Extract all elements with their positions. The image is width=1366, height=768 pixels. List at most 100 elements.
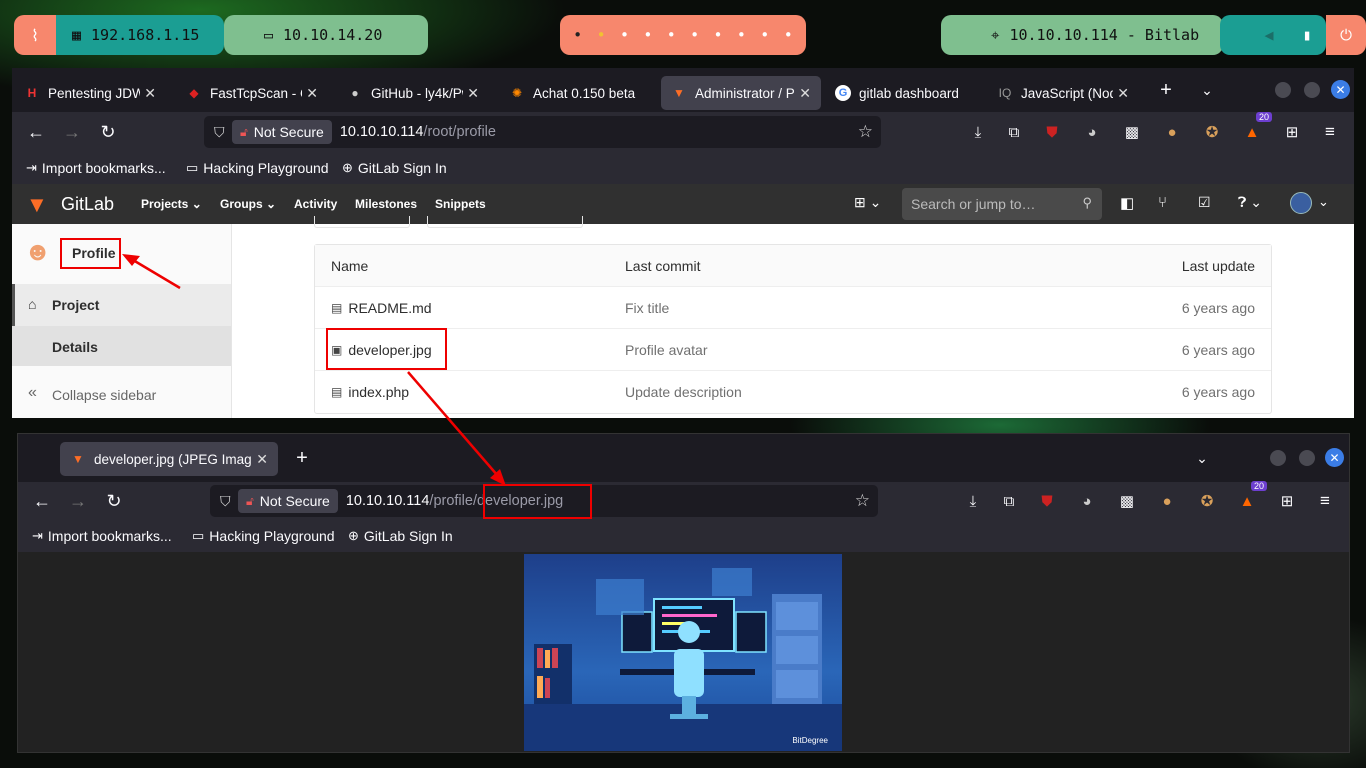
avatar[interactable] [1290,192,1312,214]
tab-administrator-profile[interactable]: ▼ Administrator / P ✕ [661,76,821,110]
url-bar[interactable]: ⛉ 🔓︎ Not Secure 10.10.10.114/root/profil… [204,116,881,148]
back-arrow-icon[interactable]: ← [28,487,56,515]
close-tab-icon[interactable]: ✕ [144,85,156,102]
url-text[interactable]: 10.10.10.114/profile/developer.jpg [346,493,563,509]
reload-icon[interactable]: ↻ [100,487,128,515]
workspace-dot[interactable]: • [643,26,652,44]
file-link[interactable]: developer.jpg [348,342,431,358]
tracking-shield-icon[interactable]: ⛉ [214,124,225,141]
bookmark-import[interactable]: ⇥ Import bookmarks... [32,528,172,544]
workspace-dot[interactable]: • [667,26,676,44]
gitlab-logo-icon[interactable]: ▼ [26,192,48,218]
file-link[interactable]: README.md [348,300,431,316]
volume-icon[interactable]: ◀ [1264,26,1273,44]
extensions-icon[interactable]: ⧉ [997,489,1021,513]
close-tab-icon[interactable]: ✕ [467,85,479,102]
new-tab-button[interactable]: + [288,444,316,472]
cookie-editor-icon[interactable]: ✪ [1200,120,1224,144]
new-tab-button[interactable]: + [1152,76,1180,104]
qr-code-icon[interactable]: ▩ [1120,120,1144,144]
tab-developer-jpg[interactable]: ▼ developer.jpg (JPEG Image, ✕ [60,442,278,476]
todos-icon[interactable]: ☑ [1198,194,1211,211]
help-icon[interactable]: ❓︎ ⌄ [1238,194,1262,211]
local-ip-widget[interactable]: ▦ 192.168.1.15 [56,15,224,55]
battery-icon[interactable]: ▮ [1302,26,1311,44]
collapse-sidebar-button[interactable]: « Collapse sidebar [12,374,231,414]
wappalyzer-icon[interactable]: ⊞ [1280,120,1304,144]
bookmark-star-icon[interactable]: ☆ [855,491,870,511]
workspace-dot[interactable]: • [620,26,629,44]
workspace-dot[interactable]: • [760,26,769,44]
forward-arrow-icon[interactable]: → [58,118,86,146]
tab-javascript-node[interactable]: IQ JavaScript (Node ✕ [987,76,1139,110]
hamburger-menu-icon[interactable]: ≡ [1318,120,1342,144]
list-tabs-chevron-icon[interactable]: ⌄ [1193,76,1221,104]
ublock-icon[interactable]: ⛊ [1035,489,1059,513]
owl-extension-icon[interactable]: ◕ [1075,489,1099,513]
tracking-shield-icon[interactable]: ⛉ [220,493,231,510]
bookmark-hacking-playground[interactable]: ▭ Hacking Playground [186,160,329,176]
tab-gitlab-dashboard[interactable]: G gitlab dashboard [825,76,977,110]
tab-pentesting-jdwp[interactable]: H Pentesting JDWP ✕ [14,76,166,110]
url-text[interactable]: 10.10.10.114/root/profile [340,124,496,140]
nav-milestones[interactable]: Milestones [355,197,417,211]
workspace-switcher[interactable]: • • • • • • • • • • [560,15,806,55]
reload-icon[interactable]: ↻ [94,118,122,146]
list-tabs-chevron-icon[interactable]: ⌄ [1188,444,1216,472]
gitlab-brand[interactable]: GitLab [61,194,114,215]
bookmark-import[interactable]: ⇥ Import bookmarks... [26,160,166,176]
close-tab-icon[interactable]: ✕ [306,85,318,102]
close-tab-icon[interactable]: ✕ [1117,85,1129,102]
merge-requests-icon[interactable]: ⑂ [1158,194,1167,211]
url-bar[interactable]: ⛉ 🔓︎ Not Secure 10.10.10.114/profile/dev… [210,485,878,517]
close-window-button[interactable]: ✕ [1325,448,1344,467]
file-link[interactable]: index.php [348,384,409,400]
workspace-dot[interactable]: • [714,26,723,44]
commit-message[interactable]: Update description [625,384,1095,400]
hamburger-menu-icon[interactable]: ≡ [1313,489,1337,513]
chevron-down-icon[interactable]: ⌄ [1318,194,1329,210]
target-widget[interactable]: ⌖ 10.10.10.114 - Bitlab [941,15,1223,55]
maximize-button[interactable] [1299,450,1315,466]
nav-groups[interactable]: Groups ⌄ [220,197,276,211]
system-tray[interactable]: ◀ ▮ [1220,15,1326,55]
nav-snippets[interactable]: Snippets [435,197,486,211]
nav-activity[interactable]: Activity [294,197,337,211]
downloads-icon[interactable]: ⤓ [966,120,990,144]
close-tab-icon[interactable]: ✕ [799,85,811,102]
workspace-dot[interactable]: • [690,26,699,44]
cookie-icon[interactable]: ● [1160,120,1184,144]
foxyproxy-icon[interactable]: ▲ 20 [1240,112,1272,144]
cookie-icon[interactable]: ● [1155,489,1179,513]
search-input[interactable]: Search or jump to… ⚲ [902,188,1102,220]
owl-extension-icon[interactable]: ◕ [1080,120,1104,144]
tab-github[interactable]: ● GitHub - ly4k/Pw ✕ [337,76,489,110]
bookmark-gitlab-signin[interactable]: ⊕ GitLab Sign In [342,160,447,176]
not-secure-badge[interactable]: 🔓︎ Not Secure [232,120,332,144]
foxyproxy-icon[interactable]: ▲ 20 [1235,481,1267,513]
cookie-editor-icon[interactable]: ✪ [1195,489,1219,513]
sidebar-item-details[interactable]: Details [12,326,231,366]
bookmark-gitlab-signin[interactable]: ⊕ GitLab Sign In [348,528,453,544]
workspace-dot[interactable]: • [737,26,746,44]
commit-message[interactable]: Fix title [625,300,1095,316]
back-arrow-icon[interactable]: ← [22,118,50,146]
not-secure-badge[interactable]: 🔓︎ Not Secure [238,489,338,513]
minimize-button[interactable] [1275,82,1291,98]
tab-achat[interactable]: ✺ Achat 0.150 beta [499,76,651,110]
commit-message[interactable]: Profile avatar [625,342,1095,358]
project-name[interactable]: Profile [72,245,116,261]
tab-fasttcpscan[interactable]: ◆ FastTcpScan - Go ✕ [176,76,328,110]
plus-dropdown-icon[interactable]: ⊞ ⌄ [854,194,881,211]
workspace-dot[interactable]: • [784,26,793,44]
close-window-button[interactable]: ✕ [1331,80,1350,99]
table-row[interactable]: ▤ README.md Fix title 6 years ago [315,287,1271,329]
power-button[interactable]: ⏻ [1326,15,1366,55]
workspace-dot[interactable]: • [573,26,582,44]
kali-menu-button[interactable]: ⌇ [14,15,56,55]
vpn-ip-widget[interactable]: ▭ 10.10.14.20 [224,15,428,55]
maximize-button[interactable] [1304,82,1320,98]
extensions-icon[interactable]: ⧉ [1002,120,1026,144]
downloads-icon[interactable]: ⤓ [961,489,985,513]
workspace-dot[interactable]: • [597,26,606,44]
